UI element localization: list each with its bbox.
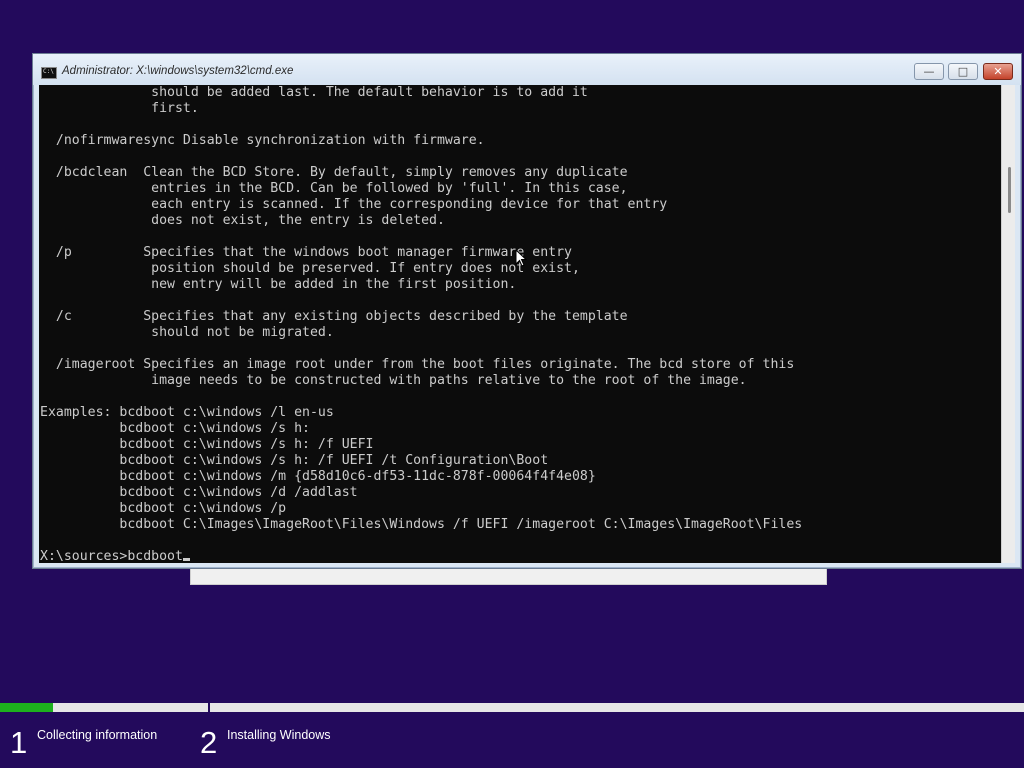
console-line: should not be migrated. xyxy=(40,325,334,340)
prompt-text: X:\sources> xyxy=(40,549,128,563)
console-line: Examples: bcdboot c:\windows /l en-us xyxy=(40,405,334,420)
console-line: new entry will be added in the first pos… xyxy=(40,277,517,292)
console-line: bcdboot C:\Images\ImageRoot\Files\Window… xyxy=(40,517,803,532)
title-bar[interactable]: C:\ Administrator: X:\windows\system32\c… xyxy=(33,54,1021,85)
setup-dialog-background xyxy=(190,568,827,585)
progress-step-divider xyxy=(208,702,210,713)
console-line: does not exist, the entry is deleted. xyxy=(40,213,445,228)
console-line: /nofirmwaresync Disable synchronization … xyxy=(40,133,485,148)
window-title: Administrator: X:\windows\system32\cmd.e… xyxy=(62,65,294,77)
command-input[interactable]: bcdboot xyxy=(127,549,183,563)
step-number: 1 xyxy=(10,725,28,760)
cmd-icon: C:\ xyxy=(41,67,57,79)
minimize-button[interactable]: — xyxy=(914,63,944,80)
maximize-button[interactable]: □ xyxy=(948,63,978,80)
vertical-scrollbar[interactable] xyxy=(1001,85,1015,563)
console-line: bcdboot c:\windows /s h: xyxy=(40,421,310,436)
progress-fill xyxy=(0,703,54,712)
console-line: should be added last. The default behavi… xyxy=(40,85,588,100)
mouse-pointer-icon xyxy=(515,249,527,267)
console-line: /imageroot Specifies an image root under… xyxy=(40,357,795,372)
close-button[interactable]: ✕ xyxy=(983,63,1013,80)
console-line: bcdboot c:\windows /m {d58d10c6-df53-11d… xyxy=(40,469,596,484)
console-line: entries in the BCD. Can be followed by '… xyxy=(40,181,628,196)
console-line: first. xyxy=(40,101,199,116)
console-line: each entry is scanned. If the correspond… xyxy=(40,197,668,212)
console-line: /c Specifies that any existing objects d… xyxy=(40,309,628,324)
console-line: bcdboot c:\windows /d /addlast xyxy=(40,485,358,500)
console-output: should be added last. The default behavi… xyxy=(39,85,1001,549)
text-cursor xyxy=(182,558,190,561)
step-label: Collecting information xyxy=(37,728,158,742)
console-line: bcdboot c:\windows /s h: /f UEFI xyxy=(40,437,374,452)
setup-progress-bar xyxy=(0,702,1024,713)
console-line: bcdboot c:\windows /s h: /f UEFI /t Conf… xyxy=(40,453,549,468)
console-line: image needs to be constructed with paths… xyxy=(40,373,747,388)
console-line: /bcdclean Clean the BCD Store. By defaul… xyxy=(40,165,628,180)
step-label: Installing Windows xyxy=(227,728,331,742)
console-area[interactable]: should be added last. The default behavi… xyxy=(39,85,1001,563)
cmd-window: C:\ Administrator: X:\windows\system32\c… xyxy=(32,53,1022,569)
command-prompt-line[interactable]: X:\sources>bcdboot xyxy=(39,549,1001,563)
console-line: bcdboot c:\windows /p xyxy=(40,501,287,516)
scrollbar-thumb[interactable] xyxy=(1008,167,1011,213)
step-number: 2 xyxy=(200,725,218,760)
